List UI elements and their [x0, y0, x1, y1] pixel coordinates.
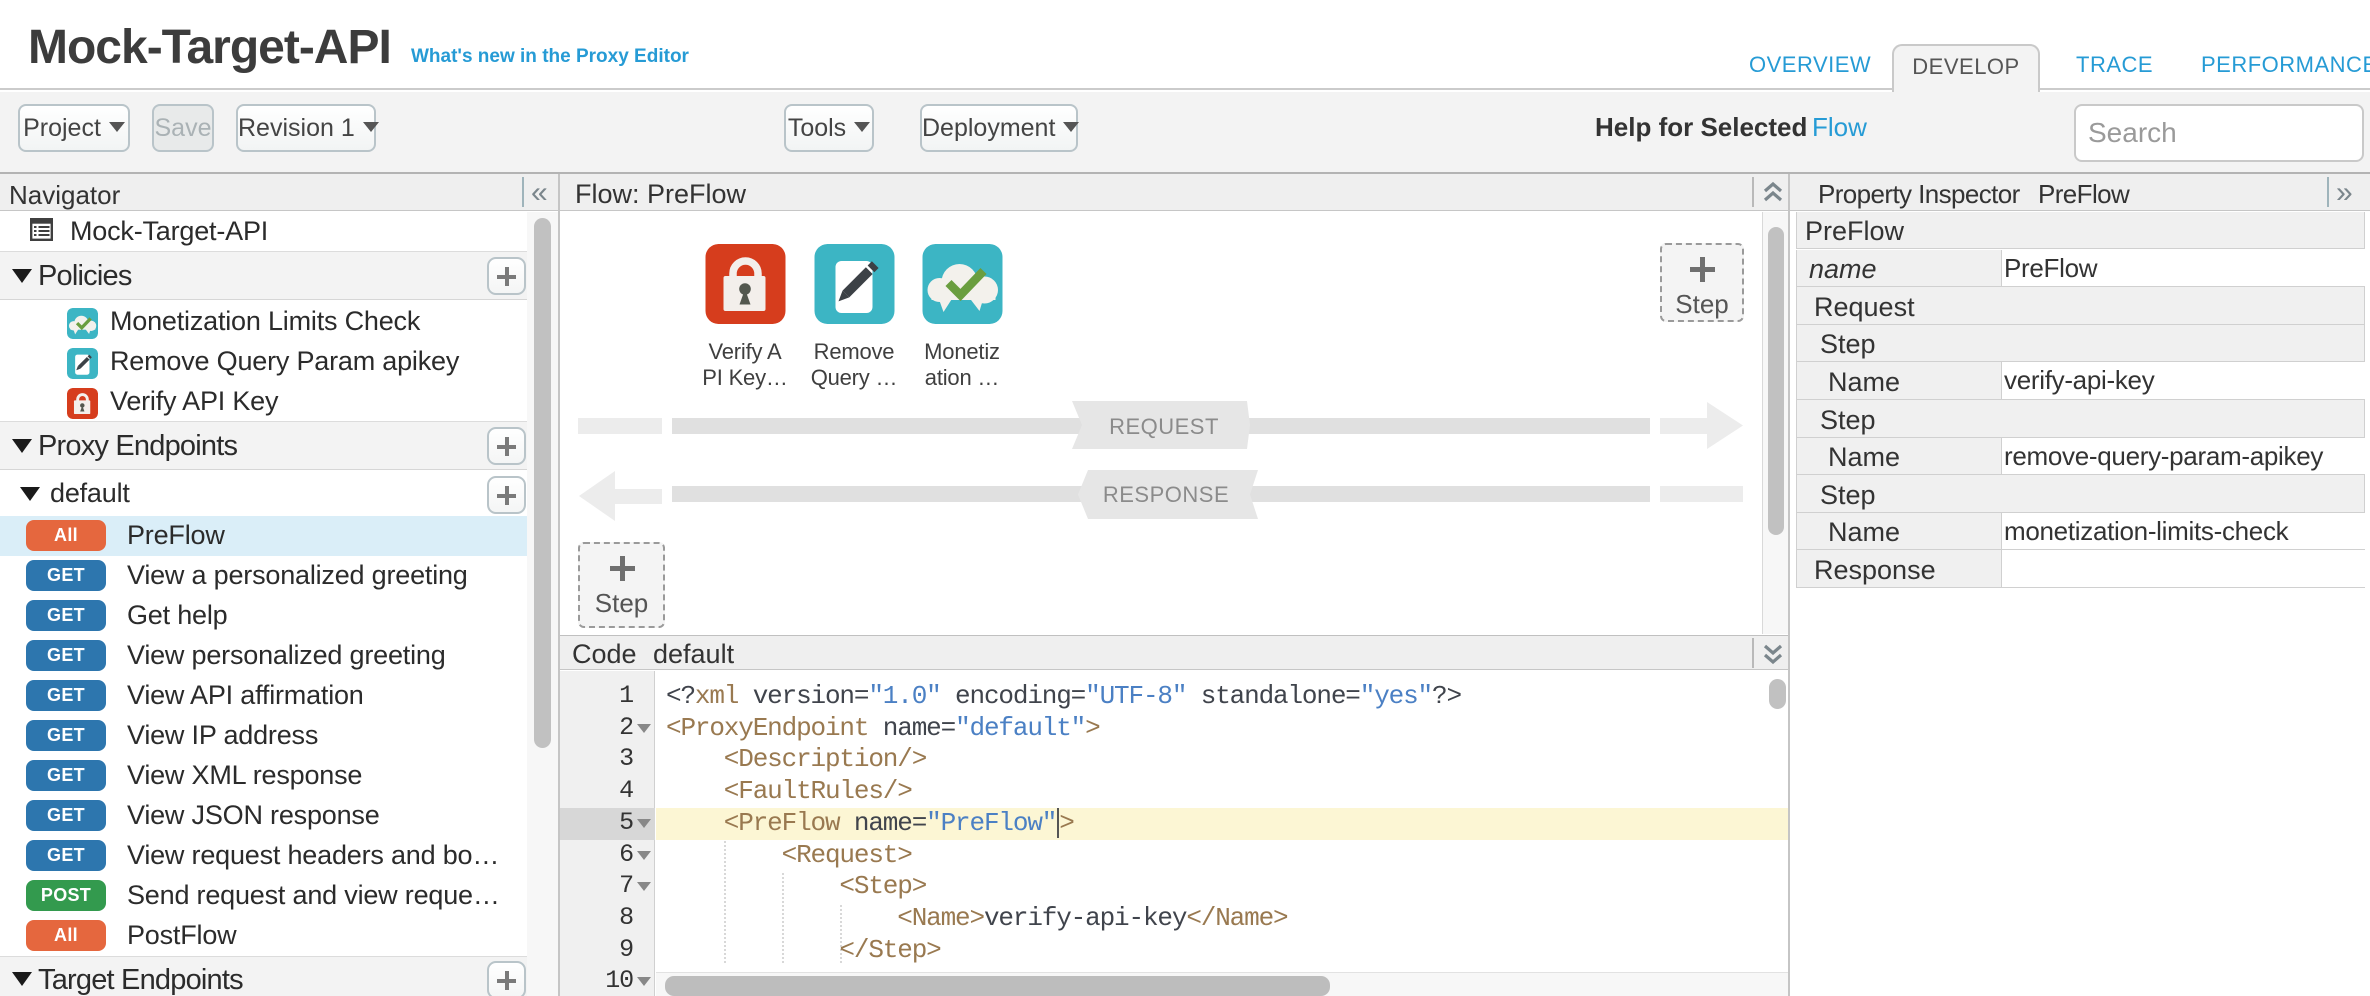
svg-text:RESPONSE: RESPONSE	[1103, 482, 1229, 507]
svg-text:REQUEST: REQUEST	[1109, 414, 1219, 439]
